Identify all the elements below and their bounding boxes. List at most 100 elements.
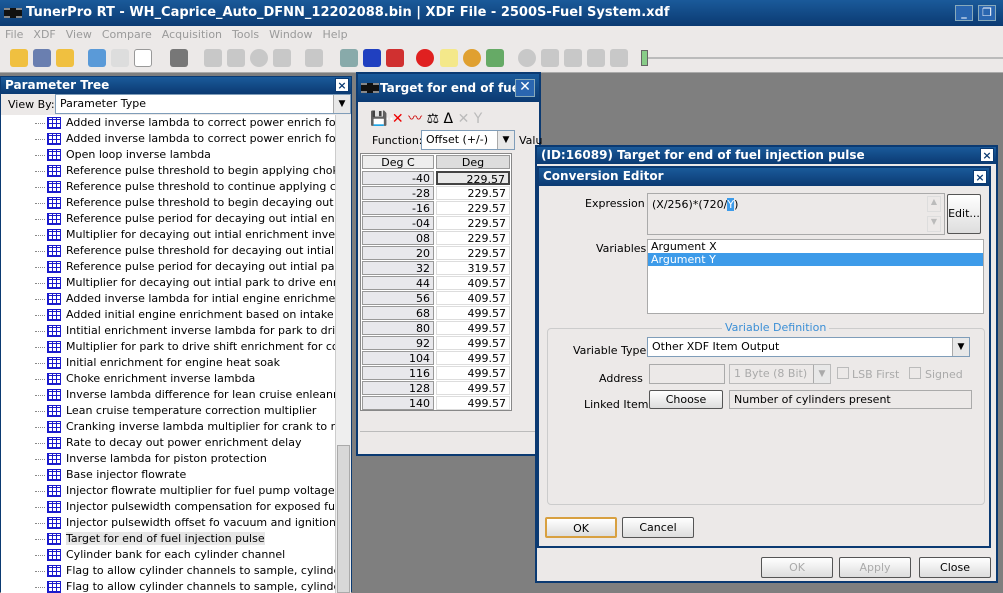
table-cell[interactable]: 229.57 [436, 231, 510, 245]
circle-icon[interactable] [250, 49, 268, 67]
menu-window[interactable]: Window [269, 28, 312, 41]
save-icon[interactable]: 💾 [370, 111, 387, 127]
close-icon[interactable]: × [980, 148, 994, 162]
pause-icon[interactable] [564, 49, 582, 67]
xdf-icon[interactable] [88, 49, 106, 67]
close-icon[interactable]: ✕ [515, 79, 535, 97]
variable-item[interactable]: Argument X [648, 240, 983, 253]
new-xdf-icon[interactable] [111, 49, 129, 67]
tree-item[interactable]: Lean cruise temperature correction multi… [1, 403, 335, 419]
table-cell[interactable]: 499.57 [436, 366, 510, 380]
cancel-button[interactable]: Cancel [622, 517, 694, 538]
variable-type-select[interactable]: Other XDF Item Output ▼ [647, 337, 970, 357]
expression-field[interactable]: (X/256)*(720/Y) ▲ ▼ [647, 193, 945, 235]
dialog-ok-button[interactable]: OK [761, 557, 833, 578]
scroll-up-icon[interactable]: ▲ [927, 196, 941, 212]
menu-xdf[interactable]: XDF [33, 28, 55, 41]
table-cell[interactable]: 229.57 [436, 216, 510, 230]
signed-checkbox[interactable] [909, 367, 921, 379]
tree-item[interactable]: Initial enrichment for engine heat soak [1, 355, 335, 371]
tree-item[interactable]: Multiplier for decaying out intial enric… [1, 227, 335, 243]
tree-item[interactable]: Added inverse lambda to correct power en… [1, 115, 335, 131]
playback-slider[interactable] [645, 57, 1003, 59]
emulator-icon[interactable] [170, 49, 188, 67]
delete-icon[interactable]: ✕ [392, 111, 404, 127]
table-cell[interactable]: 229.57 [436, 186, 510, 200]
notes-icon[interactable] [440, 49, 458, 67]
tree-item[interactable]: Inverse lambda difference for lean cruis… [1, 387, 335, 403]
tree-item[interactable]: Reference pulse threshold for decaying o… [1, 243, 335, 259]
info-icon[interactable] [463, 49, 481, 67]
scroll-down-icon[interactable]: ▼ [927, 216, 941, 232]
menu-compare[interactable]: Compare [102, 28, 152, 41]
tree-item[interactable]: Reference pulse period for decaying out … [1, 259, 335, 275]
chart-icon[interactable] [486, 49, 504, 67]
tree-scrollbar[interactable] [335, 115, 351, 593]
address-input[interactable] [649, 364, 725, 384]
tree-item[interactable]: Target for end of fuel injection pulse [1, 531, 335, 547]
tree-item[interactable]: Injector pulsewidth compensation for exp… [1, 499, 335, 515]
tree-item[interactable]: Reference pulse threshold to begin apply… [1, 163, 335, 179]
tree-item[interactable]: Flag to allow cylinder channels to sampl… [1, 579, 335, 593]
apply-button[interactable]: Apply [839, 557, 911, 578]
close-icon[interactable]: × [973, 170, 987, 184]
table-cell[interactable]: 229.57 [436, 171, 510, 186]
record-icon[interactable] [518, 49, 536, 67]
table-cell[interactable]: 499.57 [436, 381, 510, 395]
gears-icon[interactable] [340, 49, 358, 67]
tree-item[interactable]: Inverse lambda for piston protection [1, 451, 335, 467]
new-file-icon[interactable] [134, 49, 152, 67]
menu-tools[interactable]: Tools [232, 28, 259, 41]
size-select[interactable]: 1 Byte (8 Bit) ▼ [729, 364, 831, 384]
save-icon[interactable] [33, 49, 51, 67]
view-by-select[interactable]: Parameter Type ▼ [55, 94, 351, 114]
tree-item[interactable]: Choke enrichment inverse lambda [1, 371, 335, 387]
stop-icon[interactable] [587, 49, 605, 67]
arrow-down-icon[interactable] [227, 49, 245, 67]
table-cell[interactable]: 499.57 [436, 336, 510, 350]
tree-item[interactable]: Cylinder bank for each cylinder channel [1, 547, 335, 563]
page-icon[interactable] [273, 49, 291, 67]
tree-item[interactable]: Cranking inverse lambda multiplier for c… [1, 419, 335, 435]
tree-item[interactable]: Injector pulsewidth offset fo vacuum and… [1, 515, 335, 531]
tree-item[interactable]: Injector flowrate multiplier for fuel pu… [1, 483, 335, 499]
tree-item[interactable]: Open loop inverse lambda [1, 147, 335, 163]
edit-button[interactable]: Edit... [947, 194, 981, 234]
table-import-icon[interactable] [386, 49, 404, 67]
tree-item[interactable]: Reference pulse period for decaying out … [1, 211, 335, 227]
table-cell[interactable]: 319.57 [436, 261, 510, 275]
table-cell[interactable]: 499.57 [436, 306, 510, 320]
variable-item-selected[interactable]: Argument Y [648, 253, 983, 266]
tree-item[interactable]: Intitial enrichment inverse lambda for p… [1, 323, 335, 339]
restore-button[interactable]: ❐ [978, 5, 996, 21]
lsb-first-checkbox[interactable] [837, 367, 849, 379]
compare-arrows-icon[interactable] [363, 49, 381, 67]
table-cell[interactable]: 499.57 [436, 321, 510, 335]
ok-button[interactable]: OK [545, 517, 617, 538]
graph-icon[interactable]: 〰 [408, 111, 422, 127]
function-select[interactable]: Offset (+/-) ▼ [421, 130, 515, 150]
tree-item[interactable]: Base injector flowrate [1, 467, 335, 483]
tree-item[interactable]: Rate to decay out power enrichment delay [1, 435, 335, 451]
tree-item[interactable]: Added initial engine enrichment based on… [1, 307, 335, 323]
menu-view[interactable]: View [66, 28, 92, 41]
target-icon[interactable] [416, 49, 434, 67]
chip-tool-icon[interactable] [305, 49, 323, 67]
slider-handle[interactable] [641, 50, 648, 66]
menu-file[interactable]: File [5, 28, 23, 41]
menu-help[interactable]: Help [323, 28, 348, 41]
table-cell[interactable]: 409.57 [436, 291, 510, 305]
choose-button[interactable]: Choose [649, 390, 723, 409]
menu-acquisition[interactable]: Acquisition [162, 28, 222, 41]
open-icon[interactable] [10, 49, 28, 67]
tree-item[interactable]: Added inverse lambda to correct power en… [1, 131, 335, 147]
table-cell[interactable]: 499.57 [436, 396, 510, 410]
table-cell[interactable]: 229.57 [436, 201, 510, 215]
tree-item[interactable]: Multiplier for decaying out intial park … [1, 275, 335, 291]
eject-icon[interactable] [610, 49, 628, 67]
close-icon[interactable]: × [335, 78, 349, 92]
scrollbar-thumb[interactable] [337, 445, 350, 593]
delta-icon[interactable]: Δ [444, 111, 454, 127]
tree-item[interactable]: Added inverse lambda for intial engine e… [1, 291, 335, 307]
arrow-up-icon[interactable] [204, 49, 222, 67]
